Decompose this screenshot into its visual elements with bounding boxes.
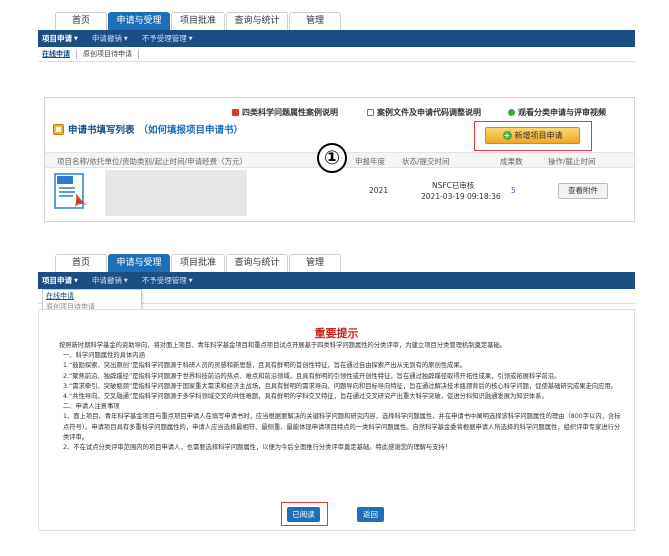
already-read-button[interactable]: 已阅读 xyxy=(287,507,320,522)
tab-query[interactable]: 查询与统计 xyxy=(226,254,288,272)
row-submit-time: 2021-03-19 09:18:36 xyxy=(421,192,501,201)
tab-query[interactable]: 查询与统计 xyxy=(226,12,288,30)
main-tabs: 首页 申请与受理 项目批准 查询与统计 管理 xyxy=(38,250,635,272)
caret-down-icon: ▼ xyxy=(74,277,78,284)
header-count: 成果数 xyxy=(500,157,523,166)
header-status: 状态/提交时间 xyxy=(402,157,450,166)
notice-item-2: 2.“聚焦前沿、独辟蹊径”是指科学问题源于世界科技前沿的热点、难点和前沿领域，且… xyxy=(63,372,561,380)
header-action: 操作/截止时间 xyxy=(548,157,596,166)
tab-home[interactable]: 首页 xyxy=(55,254,107,272)
breadcrumb: 在线申请 原创项目待申请 xyxy=(38,47,635,62)
subnav-project-application[interactable]: 项目申请 ▼ xyxy=(42,33,78,44)
tab-approval[interactable]: 项目批准 xyxy=(171,12,225,30)
application-document-icon xyxy=(54,173,87,209)
caret-down-icon: ▼ xyxy=(188,277,193,284)
crumb-original-pending[interactable]: 原创项目待申请 xyxy=(83,49,132,59)
list-heading: 申请书填写列表 （如何填报项目申请书） xyxy=(53,122,243,136)
dialog-body: 按照新时期科学基金的资助导向，将对面上项目、青年科学基金项目和重点项目试点开展基… xyxy=(49,341,624,453)
redacted-project-info xyxy=(105,170,247,216)
breadcrumb: 在线申请 原创项目待申请 xyxy=(38,289,635,313)
row-year: 2021 xyxy=(369,186,389,195)
header-year: 申报年度 xyxy=(355,157,385,166)
caret-down-icon: ▼ xyxy=(74,35,78,42)
pdf-icon xyxy=(232,109,239,116)
sub-nav: 项目申请 ▼ 申请撤销 ▼ 不予受理管理 ▼ xyxy=(38,272,635,289)
view-attachment-button[interactable]: 查看附件 xyxy=(558,183,608,199)
bottom-screen: 首页 申请与受理 项目批准 查询与统计 管理 项目申请 ▼ 申请撤销 ▼ 不予受理管… xyxy=(38,250,635,313)
dropdown-online-apply[interactable]: 在线申请 xyxy=(43,290,141,302)
notice-item-3: 3.“需求牵引、突破瓶颈”是指科学问题源于国家重大需求和经济主战场，且具有鲜明的… xyxy=(63,382,618,390)
dialog-title: 重要提示 xyxy=(314,327,359,340)
notice-section-1: 一、科学问题属性的具体内涵 xyxy=(63,352,145,360)
divider xyxy=(76,49,77,59)
document-icon xyxy=(367,109,374,116)
divider xyxy=(138,49,139,59)
form-list-icon xyxy=(53,123,64,135)
tab-approval[interactable]: 项目批准 xyxy=(171,254,225,272)
notice-item-1: 1.“鼓励探索、突出原创”是指科学问题源于科研人员的灵感和新思想，且具有鲜明的首… xyxy=(63,362,466,370)
help-links: 四类科学问题属性案例说明 案例文件及申请代码调整说明 观看分类申请与评审视频 xyxy=(45,107,634,119)
tab-application[interactable]: 申请与受理 xyxy=(108,254,170,272)
tab-application[interactable]: 申请与受理 xyxy=(108,12,170,30)
notice-intro: 按照新时期科学基金的资助导向，将对面上项目、青年科学基金项目和重点项目试点开展基… xyxy=(59,342,507,349)
notice-applicant-2: 2、不在试点分类评审范围内的项目申请人，也需要选择科学问题属性，以便为今后全面推… xyxy=(63,444,452,452)
link-watch-video[interactable]: 观看分类申请与评审视频 xyxy=(508,107,606,118)
subnav-project-application[interactable]: 项目申请 ▼ xyxy=(42,275,78,286)
main-tabs: 首页 申请与受理 项目批准 查询与统计 管理 xyxy=(38,8,635,30)
notice-section-2: 二、申请人注意事项 xyxy=(63,403,120,411)
notice-applicant-1: 1、面上项目、青年科学基金项目与重点项目申请人在填写申请书时，应当根据要解决的关… xyxy=(63,413,621,441)
play-icon xyxy=(508,109,515,116)
tab-manage[interactable]: 管理 xyxy=(289,12,341,30)
highlight-new-button: + 新增项目申请 xyxy=(474,121,592,151)
notice-item-4: 4.“共性导向、交叉融通”是指科学问题源于多学科领域交叉的共性难题，具有鲜明的学… xyxy=(63,393,548,401)
back-button[interactable]: 返回 xyxy=(357,507,384,522)
sub-nav: 项目申请 ▼ 申请撤销 ▼ 不予受理管理 ▼ xyxy=(38,30,635,47)
subnav-withdraw[interactable]: 申请撤销 ▼ xyxy=(92,275,128,286)
how-to-fill-link[interactable]: （如何填报项目申请书） xyxy=(139,122,244,136)
tab-home[interactable]: 首页 xyxy=(55,12,107,30)
subnav-not-accepted[interactable]: 不予受理管理 ▼ xyxy=(142,33,193,44)
row-status: NSFC已审核 xyxy=(432,181,475,190)
subnav-withdraw[interactable]: 申请撤销 ▼ xyxy=(92,33,128,44)
list-title: 申请书填写列表 xyxy=(68,125,135,136)
top-screen: 首页 申请与受理 项目批准 查询与统计 管理 项目申请 ▼ 申请撤销 ▼ 不予受理管… xyxy=(38,8,635,62)
row-count-link[interactable]: 5 xyxy=(511,186,516,195)
new-application-button[interactable]: + 新增项目申请 xyxy=(485,127,580,144)
caret-down-icon: ▼ xyxy=(123,35,128,42)
caret-down-icon: ▼ xyxy=(123,277,128,284)
plus-icon: + xyxy=(502,131,512,140)
link-case-files[interactable]: 案例文件及申请代码调整说明 xyxy=(367,107,481,118)
subnav-not-accepted[interactable]: 不予受理管理 ▼ xyxy=(142,275,193,286)
caret-down-icon: ▼ xyxy=(188,35,193,42)
important-notice-dialog: 重要提示 按照新时期科学基金的资助导向，将对面上项目、青年科学基金项目和重点项目… xyxy=(38,309,635,531)
tab-manage[interactable]: 管理 xyxy=(289,254,341,272)
crumb-online-apply[interactable]: 在线申请 xyxy=(42,49,70,59)
step-callout: ① xyxy=(317,143,347,173)
header-project: 项目名称/依托单位/资助类别/起止时间/申请经费（万元） xyxy=(57,157,248,166)
link-case-description[interactable]: 四类科学问题属性案例说明 xyxy=(232,107,338,118)
